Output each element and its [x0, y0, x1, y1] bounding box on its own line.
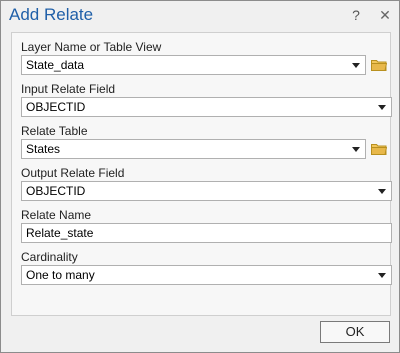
- layer-name-label: Layer Name or Table View: [21, 40, 162, 54]
- cardinality-label: Cardinality: [21, 250, 78, 264]
- dialog-title: Add Relate: [9, 5, 94, 24]
- close-button[interactable]: ✕: [377, 7, 393, 25]
- input-relate-field-dropdown[interactable]: OBJECTID: [21, 97, 392, 117]
- relate-table-dropdown[interactable]: States: [21, 139, 366, 159]
- relate-name-input[interactable]: Relate_state: [21, 223, 392, 243]
- chevron-down-icon: [378, 105, 386, 110]
- ok-button[interactable]: OK: [320, 321, 390, 343]
- folder-icon[interactable]: [371, 59, 387, 71]
- cardinality-dropdown[interactable]: One to many: [21, 265, 392, 285]
- chevron-down-icon: [352, 63, 360, 68]
- relate-table-label: Relate Table: [21, 124, 88, 138]
- chevron-down-icon: [378, 273, 386, 278]
- relate-name-label: Relate Name: [21, 208, 92, 222]
- layer-name-value: State_data: [26, 58, 85, 72]
- folder-icon[interactable]: [371, 143, 387, 155]
- chevron-down-icon: [378, 189, 386, 194]
- dialog-body: Layer Name or Table View State_data Inpu…: [11, 32, 392, 316]
- cardinality-value: One to many: [26, 268, 95, 282]
- input-relate-field-label: Input Relate Field: [21, 82, 116, 96]
- input-relate-field-value: OBJECTID: [26, 100, 86, 114]
- chevron-down-icon: [352, 147, 360, 152]
- add-relate-dialog: Add Relate ? ✕ Layer Name or Table View …: [0, 0, 400, 353]
- title-bar: Add Relate ? ✕: [1, 1, 399, 31]
- output-relate-field-label: Output Relate Field: [21, 166, 125, 180]
- layer-name-dropdown[interactable]: State_data: [21, 55, 366, 75]
- relate-table-value: States: [26, 142, 61, 156]
- help-button[interactable]: ?: [348, 7, 364, 25]
- output-relate-field-dropdown[interactable]: OBJECTID: [21, 181, 392, 201]
- output-relate-field-value: OBJECTID: [26, 184, 86, 198]
